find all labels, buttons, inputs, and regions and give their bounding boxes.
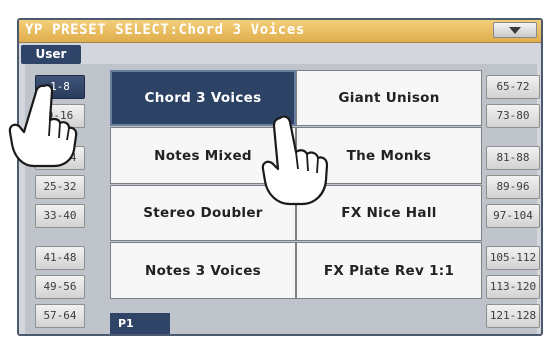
- tab-user[interactable]: User: [21, 45, 81, 64]
- bank-button-73-80[interactable]: 73-80: [486, 104, 540, 128]
- preset-cell-notes-3-voices[interactable]: Notes 3 Voices: [110, 242, 296, 299]
- bank-button-105-112[interactable]: 105-112: [486, 246, 540, 270]
- menu-button[interactable]: [493, 22, 537, 38]
- pointing-hand-icon: [261, 115, 329, 206]
- bank-button-49-56[interactable]: 49-56: [35, 275, 85, 299]
- bank-button-89-96[interactable]: 89-96: [486, 175, 540, 199]
- bank-button-121-128[interactable]: 121-128: [486, 304, 540, 328]
- bank-button-113-120[interactable]: 113-120: [486, 275, 540, 299]
- bank-button-25-32[interactable]: 25-32: [35, 175, 85, 199]
- page-tab-p1[interactable]: P1: [110, 313, 170, 334]
- triangle-down-icon: [509, 27, 521, 34]
- bank-button-97-104[interactable]: 97-104: [486, 204, 540, 228]
- pointing-hand-icon: [8, 84, 78, 168]
- bank-button-41-48[interactable]: 41-48: [35, 246, 85, 270]
- bank-button-33-40[interactable]: 33-40: [35, 204, 85, 228]
- title-bar: YP PRESET SELECT:Chord 3 Voices: [19, 20, 541, 43]
- bank-button-65-72[interactable]: 65-72: [486, 75, 540, 99]
- bank-button-57-64[interactable]: 57-64: [35, 304, 85, 328]
- bank-button-81-88[interactable]: 81-88: [486, 146, 540, 170]
- preset-cell-fx-plate-rev[interactable]: FX Plate Rev 1:1: [296, 242, 482, 299]
- window-title: YP PRESET SELECT:Chord 3 Voices: [25, 22, 305, 38]
